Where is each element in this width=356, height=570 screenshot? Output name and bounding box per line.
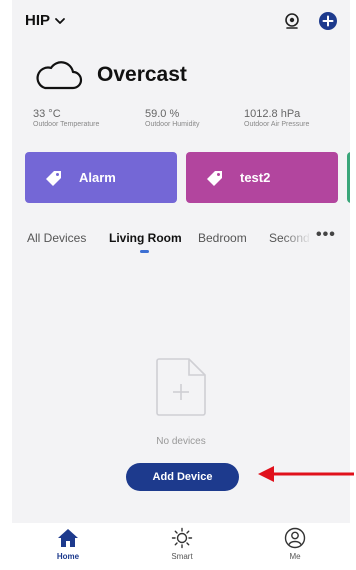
empty-document-icon bbox=[156, 358, 206, 416]
home-name: HIP bbox=[25, 12, 51, 29]
weather-condition: Overcast bbox=[97, 63, 187, 86]
scene-card-partial[interactable] bbox=[347, 152, 350, 203]
user-icon bbox=[284, 527, 306, 549]
weather-stats: 33 °C Outdoor Temperature 59.0 % Outdoor… bbox=[33, 108, 309, 128]
stat-value: 1012.8 hPa bbox=[244, 108, 301, 120]
tabbar-me[interactable]: Me bbox=[265, 527, 325, 561]
tabbar-smart[interactable]: Smart bbox=[152, 527, 212, 561]
stat-value: 33 °C bbox=[33, 108, 61, 120]
stat-humidity: 59.0 % Outdoor Humidity bbox=[145, 108, 244, 128]
add-circle-icon[interactable] bbox=[318, 11, 338, 31]
tabbar-home[interactable]: Home bbox=[38, 527, 98, 561]
active-tab-indicator bbox=[140, 250, 149, 253]
tabbar-label: Smart bbox=[171, 552, 193, 561]
stat-label: Outdoor Air Pressure bbox=[244, 121, 310, 128]
tabs-fade bbox=[282, 228, 312, 250]
stat-value: 59.0 % bbox=[145, 108, 180, 120]
tab-all-devices[interactable]: All Devices bbox=[27, 231, 109, 245]
tab-living-room[interactable]: Living Room bbox=[109, 231, 198, 245]
empty-state-message: No devices bbox=[156, 436, 206, 447]
stat-pressure: 1012.8 hPa Outdoor Air Pressure bbox=[244, 108, 309, 128]
stat-temperature: 33 °C Outdoor Temperature bbox=[33, 108, 145, 128]
tabbar-label: Home bbox=[56, 552, 80, 561]
weather-summary: Overcast bbox=[33, 58, 187, 92]
more-icon[interactable]: ••• bbox=[316, 226, 336, 244]
tab-bedroom[interactable]: Bedroom bbox=[198, 231, 269, 245]
tag-icon bbox=[45, 169, 63, 187]
scene-label: Alarm bbox=[79, 170, 116, 185]
scene-card-test2[interactable]: test2 bbox=[186, 152, 338, 203]
cloud-icon bbox=[36, 61, 83, 90]
scene-label: test2 bbox=[240, 170, 271, 185]
bottom-tab-bar: Home Smart Me bbox=[12, 523, 350, 570]
chevron-down-icon bbox=[55, 17, 65, 24]
add-device-button[interactable]: Add Device bbox=[126, 463, 239, 491]
stat-label: Outdoor Temperature bbox=[33, 121, 100, 128]
tabbar-label: Me bbox=[289, 552, 301, 561]
room-tabs: All Devices Living Room Bedroom Second bbox=[27, 231, 310, 245]
camera-icon[interactable] bbox=[282, 11, 302, 31]
home-icon bbox=[58, 529, 78, 547]
sun-icon bbox=[171, 527, 193, 549]
home-selector[interactable]: HIP bbox=[25, 12, 66, 29]
scene-card-alarm[interactable]: Alarm bbox=[25, 152, 177, 203]
stat-label: Outdoor Humidity bbox=[145, 121, 200, 128]
annotation-arrow-icon bbox=[258, 466, 354, 482]
tag-icon bbox=[206, 169, 224, 187]
